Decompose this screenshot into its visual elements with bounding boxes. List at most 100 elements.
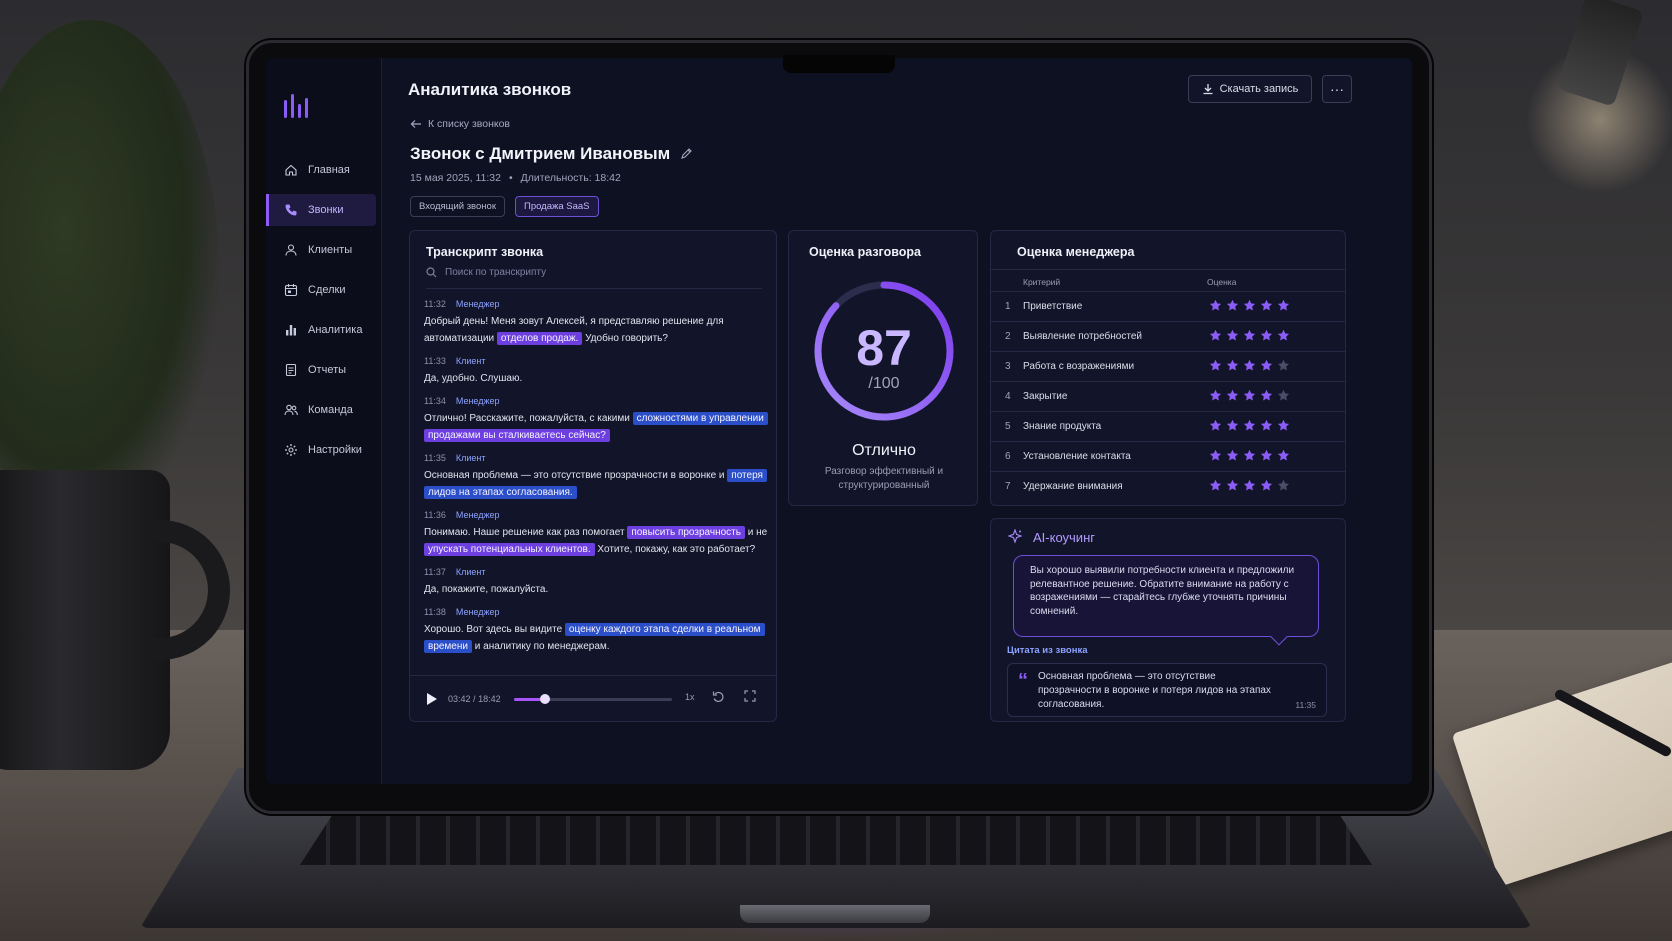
star-filled-icon [1260,359,1273,371]
column-rating: Оценка [1207,277,1237,287]
search-icon [426,267,437,278]
calendar-icon [284,283,298,297]
ai-coaching-header: AI-коучинг [1007,529,1095,545]
sidebar-item-user[interactable]: Клиенты [266,234,382,266]
message-header: 11:34 Менеджер [424,396,768,406]
row-number: 5 [1005,421,1011,432]
star-filled-icon [1226,449,1239,461]
sidebar-item-label: Аналитика [308,324,363,336]
highlighted-phrase[interactable]: отделов продаж. [496,332,583,345]
message-text-segment: Хорошо. Вот здесь вы видите [424,624,565,635]
criterion-label: Работа с возражениями [1023,361,1135,372]
message-header: 11:32 Менеджер [424,299,768,309]
transcript-message[interactable]: 11:36 Менеджер Понимаю. Наше решение как р… [424,510,768,558]
user-icon [284,243,298,257]
sidebar-item-team[interactable]: Команда [266,394,382,426]
download-record-button[interactable]: Скачать запись [1188,75,1312,103]
score-title: Оценка разговора [809,245,921,259]
player-total-time: 18:42 [478,693,501,704]
highlighted-phrase[interactable]: сложностями в управлении [632,412,768,425]
transcript-search-input[interactable]: Поиск по транскрипту [426,267,762,289]
message-text-segment: Понимаю. Наше решение как раз помогает [424,527,628,538]
sidebar-item-gear[interactable]: Настройки [266,434,382,466]
message-text-segment: Да, покажите, пожалуйста. [424,584,549,595]
highlighted-phrase[interactable]: оценку каждого этапа сделки в реальном [564,623,765,636]
tag-incoming-call[interactable]: Входящий звонок [410,196,505,217]
criterion-label: Приветствие [1023,301,1083,312]
playback-speed-button[interactable]: 1x [685,692,695,702]
tag-saas-sale[interactable]: Продажа SaaS [514,196,599,217]
play-icon[interactable] [426,692,438,706]
message-time: 11:36 [424,510,446,520]
star-filled-icon [1243,449,1256,461]
criterion-label: Установление контакта [1023,451,1131,462]
message-speaker: Клиент [455,453,486,463]
more-options-button[interactable]: ··· [1322,75,1352,103]
replay-icon[interactable] [712,690,725,703]
star-filled-icon [1226,359,1239,371]
highlighted-phrase[interactable]: повысить прозрачность [627,526,745,539]
star-filled-icon [1243,359,1256,371]
playback-scrubber-handle[interactable] [540,694,551,704]
manager-rating-row: 2 Выявление потребностей [991,321,1345,351]
star-filled-icon [1226,419,1239,431]
manager-rating-row: 3 Работа с возражениями [991,351,1345,381]
phone-icon [284,203,298,217]
message-header: 11:33 Клиент [424,356,768,366]
star-filled-icon [1226,389,1239,401]
star-empty-icon [1277,359,1290,371]
message-header: 11:37 Клиент [424,567,768,577]
sidebar-item-home[interactable]: Главная [266,154,382,186]
call-quote[interactable]: “ Основная проблема — это отсутствие про… [1007,663,1327,717]
row-number: 2 [1005,331,1011,342]
star-filled-icon [1243,389,1256,401]
transcript-message[interactable]: 11:38 Менеджер Хорошо. Вот здесь вы видите… [424,607,768,655]
message-text-segment: Удобно говорить? [582,333,668,344]
star-filled-icon [1243,329,1256,341]
transcript-messages: 11:32 Менеджер Добрый день! Меня зовут Але… [424,299,768,664]
message-text: Понимаю. Наше решение как раз помогает п… [424,524,768,558]
transcript-title: Транскрипт звонка [426,245,544,259]
highlighted-phrase[interactable]: лидов на этапах согласования. [424,486,577,499]
transcript-message[interactable]: 11:34 Менеджер Отлично! Расскажите, пожалу… [424,396,768,444]
transcript-message[interactable]: 11:35 Клиент Основная проблема — это отсут… [424,453,768,501]
sidebar-item-phone[interactable]: Звонки [266,194,376,226]
sidebar-item-bar-chart[interactable]: Аналитика [266,314,382,346]
fullscreen-icon[interactable] [744,690,756,702]
highlighted-phrase[interactable]: продажами вы сталкиваетесь сейчас? [424,429,610,442]
sidebar-item-document[interactable]: Отчеты [266,354,382,386]
highlighted-phrase[interactable]: упускать потенциальных клиентов. [424,543,595,556]
star-filled-icon [1277,329,1290,341]
transcript-message[interactable]: 11:33 Клиент Да, удобно. Слушаю. [424,356,768,387]
star-filled-icon [1260,449,1273,461]
sidebar-item-calendar[interactable]: Сделки [266,274,382,306]
column-criterion: Критерий [1023,277,1061,287]
star-rating [1209,329,1290,342]
highlighted-phrase[interactable]: времени [424,640,472,653]
manager-rating-row: 5 Знание продукта [991,411,1345,441]
message-time: 11:32 [424,299,446,309]
transcript-message[interactable]: 11:32 Менеджер Добрый день! Меня зовут Але… [424,299,768,347]
call-title-text: Звонок с Дмитрием Ивановым [410,144,671,163]
score-description: Разговор эффективный и структурированный [824,466,944,491]
star-filled-icon [1260,329,1273,341]
app-logo-icon[interactable] [284,94,308,118]
star-filled-icon [1243,479,1256,491]
message-time: 11:35 [424,453,446,463]
star-empty-icon [1277,389,1290,401]
manager-rating-panel: Оценка менеджера Критерий Оценка 1 Привет… [990,230,1346,506]
back-to-calls-link[interactable]: К списку звонков [410,118,510,130]
message-text: Да, удобно. Слушаю. [424,370,768,387]
edit-pencil-icon[interactable] [680,148,693,160]
transcript-message[interactable]: 11:37 Клиент Да, покажите, пожалуйста. [424,567,768,598]
transcript-panel: Транскрипт звонка Поиск по транскрипту 1… [409,230,777,722]
row-number: 7 [1005,481,1011,492]
playback-progress-bar[interactable] [514,694,672,704]
highlighted-phrase[interactable]: потеря [727,469,767,482]
manager-rating-row: 6 Установление контакта [991,441,1345,471]
sidebar: Главная Звонки Клиенты Сделки Аналитика Отчет… [266,58,382,784]
star-filled-icon [1243,299,1256,311]
star-rating [1209,449,1290,462]
row-number: 4 [1005,391,1011,402]
star-filled-icon [1209,389,1222,401]
